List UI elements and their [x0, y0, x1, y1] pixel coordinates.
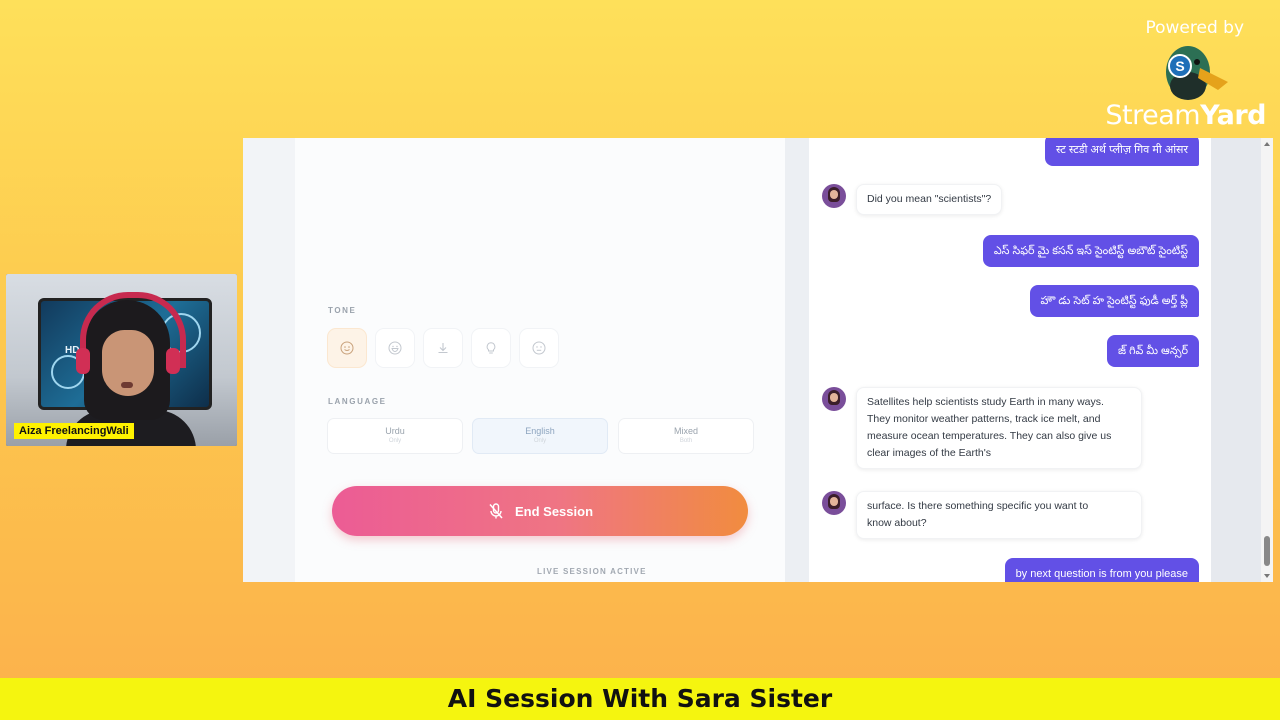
- tone-smile-button[interactable]: [327, 328, 367, 368]
- scroll-down-icon[interactable]: [1264, 574, 1270, 578]
- ai-message: Satellites help scientists study Earth i…: [856, 387, 1142, 469]
- user-message: జ్ గివ్ మీ ఆన్సర్: [1106, 335, 1199, 367]
- smile-icon: [340, 341, 354, 355]
- webcam-tile: HD: [6, 274, 237, 446]
- user-message: by next question is from you please: [1004, 558, 1199, 582]
- streamyard-duck-logo: S: [1166, 46, 1228, 100]
- streamyard-logo-text: StreamYard: [1105, 100, 1266, 131]
- tone-download-button[interactable]: [423, 328, 463, 368]
- session-controls-pane: TONE LANGUAGE Urdu Only English Only Mix…: [243, 138, 785, 582]
- live-session-status: LIVE SESSION ACTIVE: [537, 567, 647, 576]
- language-option-name: English: [525, 426, 555, 436]
- lightbulb-icon: [486, 342, 496, 354]
- ai-avatar: [822, 491, 846, 515]
- chat-panel: स्ट स्टडी अर्थ प्लीज़ गिव मी आंसर Did yo…: [809, 138, 1211, 582]
- user-message: ఎస్ సిఫర్ మై కసన్ ఇస్ సైంటిస్ట్ అబౌట్ సై…: [982, 235, 1199, 267]
- language-option-mixed[interactable]: Mixed Both: [618, 418, 754, 454]
- tone-label: TONE: [328, 306, 357, 315]
- scrollbar[interactable]: [1261, 138, 1273, 582]
- tone-lightbulb-button[interactable]: [471, 328, 511, 368]
- download-icon: [438, 343, 448, 354]
- grin-icon: [388, 341, 402, 355]
- tone-grin-button[interactable]: [375, 328, 415, 368]
- ai-avatar: [822, 184, 846, 208]
- language-option-sub: Only: [533, 438, 547, 444]
- ai-message: surface. Is there something specific you…: [856, 491, 1142, 539]
- mic-off-icon: [489, 503, 503, 519]
- neutral-face-icon: [532, 341, 546, 355]
- language-option-name: Urdu: [385, 426, 405, 436]
- powered-by-text: Powered by: [1145, 18, 1244, 38]
- user-message: स्ट स्टडी अर्थ प्लीज़ गिव मी आंसर: [1045, 138, 1199, 166]
- tone-neutral-button[interactable]: [519, 328, 559, 368]
- ai-message: Did you mean "scientists"?: [856, 184, 1003, 215]
- language-option-english[interactable]: English Only: [472, 418, 608, 454]
- language-option-sub: Only: [388, 438, 402, 444]
- shared-screen: TONE LANGUAGE Urdu Only English Only Mix…: [243, 138, 1273, 582]
- svg-text:S: S: [1175, 58, 1184, 74]
- language-option-urdu[interactable]: Urdu Only: [327, 418, 463, 454]
- stream-title-banner: AI Session With Sara Sister: [0, 678, 1280, 720]
- language-option-name: Mixed: [673, 426, 698, 436]
- language-option-sub: Both: [679, 438, 693, 444]
- language-label: LANGUAGE: [328, 397, 387, 406]
- end-session-label: End Session: [514, 503, 594, 519]
- pane-divider: [785, 138, 809, 582]
- user-message: హౌ డు సెట్ హ సైంటిస్ట్ ఫుడీ అర్త్ ప్లీ: [1029, 285, 1199, 317]
- ai-avatar: [822, 387, 846, 411]
- page-margin: [1211, 138, 1261, 582]
- end-session-button[interactable]: End Session: [332, 486, 748, 536]
- scrollbar-thumb[interactable]: [1264, 536, 1270, 566]
- scroll-up-icon[interactable]: [1264, 142, 1270, 146]
- participant-name-label: Aiza FreelancingWali: [14, 423, 134, 439]
